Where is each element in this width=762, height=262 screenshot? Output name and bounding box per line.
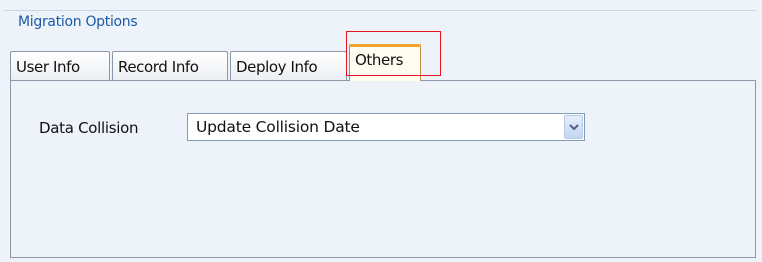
- data-collision-dropdown[interactable]: Update Collision Date: [187, 113, 585, 141]
- group-title: Migration Options: [16, 14, 141, 30]
- data-collision-label: Data Collision: [39, 119, 139, 137]
- tab-others[interactable]: Others: [349, 44, 421, 81]
- tab-deploy-info[interactable]: Deploy Info: [230, 51, 347, 80]
- dropdown-button[interactable]: [564, 115, 583, 139]
- data-collision-value: Update Collision Date: [196, 118, 360, 136]
- tab-user-info[interactable]: User Info: [10, 51, 110, 80]
- chevron-down-icon: [569, 124, 579, 131]
- tab-panel-others: Data Collision Update Collision Date: [10, 80, 756, 258]
- tab-record-info[interactable]: Record Info: [112, 51, 228, 80]
